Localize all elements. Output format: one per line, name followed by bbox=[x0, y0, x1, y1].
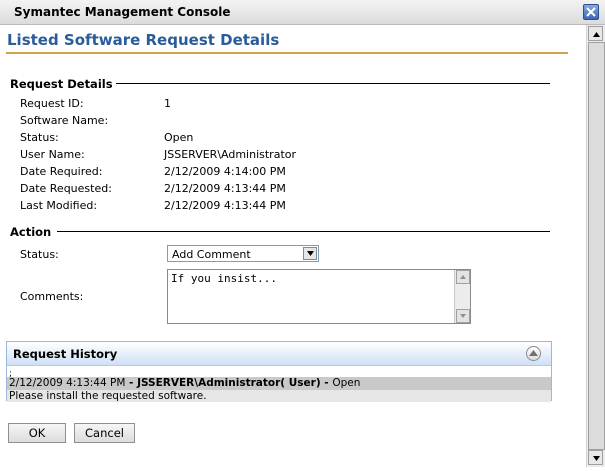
last-modified-value: 2/12/2009 4:13:44 PM bbox=[164, 199, 286, 212]
request-history-panel: Request History ; 2/12/2009 4:13:44 PM -… bbox=[6, 341, 552, 402]
status-select[interactable]: Add Comment bbox=[167, 245, 319, 262]
section-divider bbox=[116, 83, 550, 84]
scroll-down-icon[interactable] bbox=[588, 450, 603, 465]
software-name-label: Software Name: bbox=[20, 114, 109, 127]
close-icon[interactable] bbox=[583, 4, 599, 20]
history-user: JSSERVER\Administrator( User) bbox=[137, 377, 321, 389]
request-history-heading: Request History bbox=[13, 347, 118, 361]
date-required-value: 2/12/2009 4:14:00 PM bbox=[164, 165, 286, 178]
date-required-label: Date Required: bbox=[20, 165, 103, 178]
title-divider bbox=[6, 52, 568, 54]
status-select-value: Add Comment bbox=[172, 248, 251, 261]
comments-text: If you insist... bbox=[171, 272, 277, 285]
scrollbar-thumb[interactable] bbox=[588, 42, 605, 450]
user-name-label: User Name: bbox=[20, 148, 85, 161]
comments-label: Comments: bbox=[20, 290, 84, 303]
last-modified-label: Last Modified: bbox=[20, 199, 98, 212]
date-requested-value: 2/12/2009 4:13:44 PM bbox=[164, 182, 286, 195]
action-heading: Action bbox=[10, 225, 52, 239]
request-id-value: 1 bbox=[164, 97, 171, 110]
ok-button[interactable]: OK bbox=[8, 423, 66, 443]
date-requested-label: Date Requested: bbox=[20, 182, 112, 195]
request-details-heading: Request Details bbox=[10, 77, 113, 91]
window-titlebar: Symantec Management Console bbox=[0, 0, 605, 25]
cancel-button[interactable]: Cancel bbox=[74, 423, 135, 443]
action-status-label: Status: bbox=[20, 248, 59, 261]
status-value: Open bbox=[164, 131, 194, 144]
history-timestamp: 2/12/2009 4:13:44 PM bbox=[9, 377, 126, 389]
request-id-label: Request ID: bbox=[20, 97, 84, 110]
history-status: Open bbox=[332, 377, 361, 389]
history-message: Please install the requested software. bbox=[9, 390, 207, 402]
user-name-value: JSSERVER\Administrator bbox=[164, 148, 297, 161]
dialog-content: Listed Software Request Details Request … bbox=[0, 25, 587, 467]
scroll-down-icon[interactable] bbox=[456, 309, 470, 323]
chevron-down-icon[interactable] bbox=[303, 247, 317, 260]
window-scrollbar[interactable] bbox=[586, 25, 605, 467]
window-title: Symantec Management Console bbox=[14, 5, 231, 19]
page-title: Listed Software Request Details bbox=[7, 31, 280, 49]
history-entry-row: 2/12/2009 4:13:44 PM - JSSERVER\Administ… bbox=[7, 377, 551, 390]
comments-scrollbar[interactable] bbox=[454, 270, 470, 323]
history-separator: - bbox=[320, 377, 333, 389]
scroll-up-icon[interactable] bbox=[456, 270, 470, 284]
collapse-icon[interactable] bbox=[526, 346, 541, 361]
section-divider bbox=[57, 231, 550, 232]
comments-textarea[interactable]: If you insist... bbox=[167, 269, 471, 324]
status-label: Status: bbox=[20, 131, 59, 144]
request-history-header[interactable]: Request History bbox=[7, 342, 551, 366]
history-separator: - bbox=[125, 377, 138, 389]
history-message-row: Please install the requested software. bbox=[7, 390, 551, 402]
scroll-up-icon[interactable] bbox=[588, 26, 603, 41]
